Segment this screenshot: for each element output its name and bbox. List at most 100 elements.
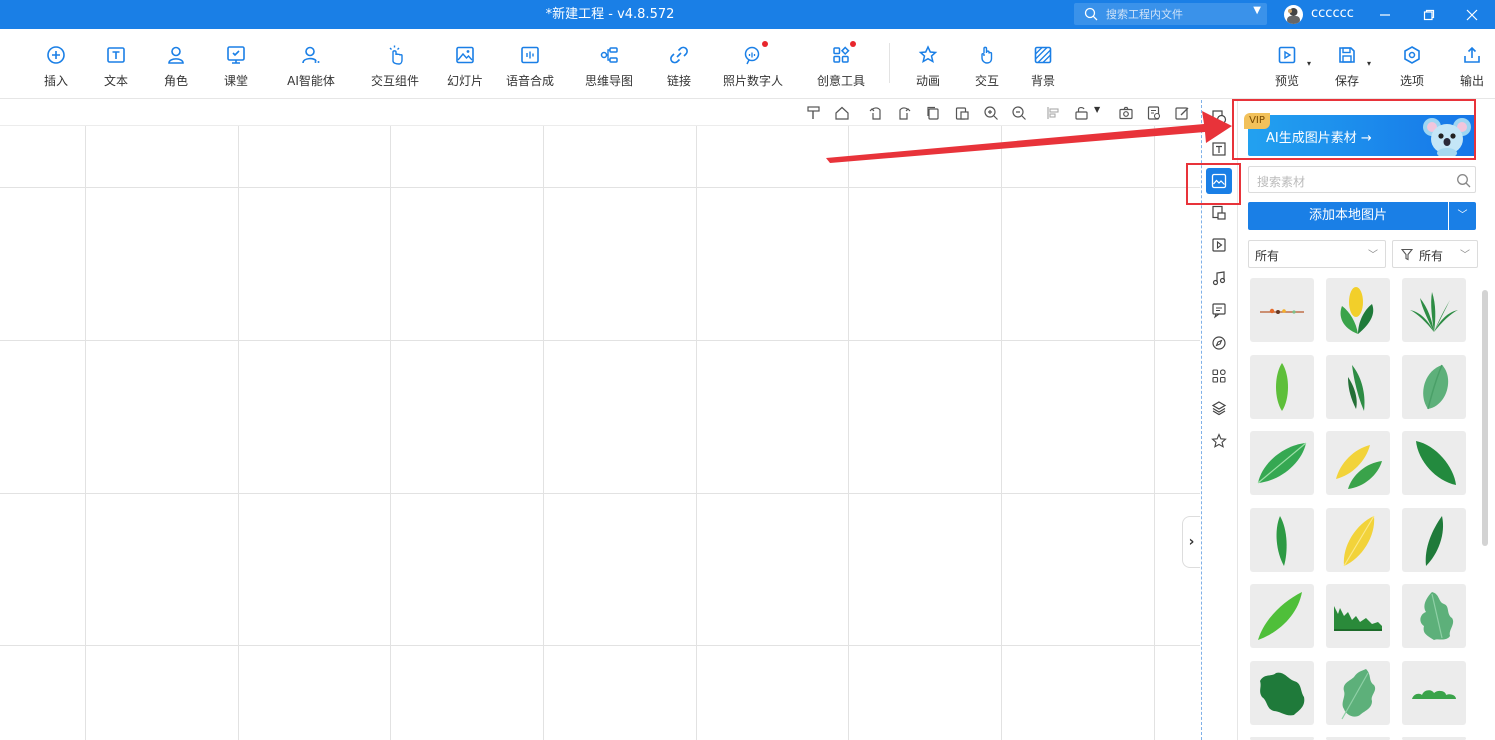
components-grid-icon[interactable]	[1210, 367, 1228, 385]
lock-dropdown-caret[interactable]: ▼	[1094, 105, 1100, 114]
music-icon[interactable]	[1210, 269, 1228, 287]
video-icon[interactable]	[1210, 236, 1228, 254]
collapse-panel-button[interactable]: ›	[1182, 516, 1200, 568]
toolbar-classroom-label: 课堂	[223, 74, 248, 88]
align-left-icon[interactable]	[1045, 104, 1063, 122]
toolbar-options-button[interactable]: 选项	[1393, 29, 1431, 99]
project-file-search[interactable]: 搜索工程内文件 ▼	[1074, 3, 1267, 25]
comment-icon[interactable]	[1210, 301, 1228, 319]
material-thumbnail[interactable]	[1250, 584, 1314, 648]
toolbar-ai-agent-button[interactable]: AI智能体	[280, 29, 342, 99]
restore-button[interactable]	[1409, 0, 1449, 29]
material-thumbnail[interactable]	[1402, 278, 1466, 342]
material-thumbnail[interactable]	[1326, 584, 1390, 648]
narrow-leaf-image	[1276, 516, 1287, 566]
toolbar-slide-button[interactable]: 幻灯片	[444, 29, 486, 99]
toolbar-classroom-button[interactable]: 课堂	[216, 29, 256, 99]
toolbar-options-label: 选项	[1399, 74, 1424, 88]
toolbar-interactive-component-button[interactable]: 交互组件	[366, 29, 424, 99]
restore-icon	[1423, 9, 1435, 21]
material-thumbnail[interactable]	[1250, 661, 1314, 725]
material-thumbnail[interactable]	[1402, 355, 1466, 419]
paste-icon[interactable]	[953, 104, 971, 122]
home-icon[interactable]	[833, 104, 851, 122]
toolbar-background-button[interactable]: 背景	[1023, 29, 1063, 99]
compass-icon[interactable]	[1210, 334, 1228, 352]
toolbar-export-button[interactable]: 输出	[1453, 29, 1491, 99]
toolbar-link-button[interactable]: 链接	[660, 29, 698, 99]
layers-icon[interactable]	[1210, 399, 1228, 417]
settings-doc-icon[interactable]	[1145, 104, 1163, 122]
search-icon[interactable]	[1456, 173, 1471, 188]
dark-leaf-image	[1416, 441, 1456, 485]
lock-icon[interactable]	[1073, 104, 1091, 122]
preview-dropdown-caret[interactable]: ▾	[1307, 59, 1311, 68]
material-thumbnail[interactable]	[1326, 355, 1390, 419]
toolbar-text-button[interactable]: 文本	[96, 29, 136, 99]
annotation-highlight-image-tab	[1186, 163, 1241, 205]
panel-scrollbar[interactable]	[1482, 290, 1488, 546]
material-thumbnail[interactable]	[1402, 431, 1466, 495]
material-thumbnail[interactable]	[1326, 278, 1390, 342]
close-button[interactable]	[1452, 0, 1492, 29]
material-thumbnail[interactable]	[1250, 431, 1314, 495]
toolbar-speech-synthesis-button[interactable]: 语音合成	[502, 29, 558, 99]
toolbar-character-button[interactable]: 角色	[156, 29, 196, 99]
material-thumbnail[interactable]	[1326, 661, 1390, 725]
toolbar-creative-tools-button[interactable]: 创意工具	[812, 29, 870, 99]
document-image-icon[interactable]	[1210, 204, 1228, 222]
window-title: *新建工程 - v4.8.572	[545, 7, 675, 22]
material-thumbnail[interactable]	[1250, 508, 1314, 572]
creative-tools-icon	[833, 46, 850, 63]
category-select[interactable]: 所有 ﹀	[1248, 240, 1386, 268]
material-thumbnail[interactable]	[1402, 661, 1466, 725]
toolbar-interaction-button[interactable]: 交互	[967, 29, 1007, 99]
edit-icon[interactable]	[1173, 104, 1191, 122]
material-thumbnail[interactable]	[1250, 355, 1314, 419]
toolbar-insert-button[interactable]: 插入	[36, 29, 76, 99]
rotate-right-icon[interactable]	[895, 104, 913, 122]
format-painter-icon[interactable]	[805, 104, 823, 122]
material-thumbnail[interactable]	[1250, 278, 1314, 342]
material-thumbnail[interactable]	[1326, 431, 1390, 495]
add-local-image-dropdown[interactable]: ﹀	[1449, 202, 1476, 230]
oak-leaf-image	[1420, 592, 1454, 640]
avatar[interactable]	[1284, 5, 1303, 24]
save-dropdown-caret[interactable]: ▾	[1367, 59, 1371, 68]
material-thumbnail[interactable]	[1402, 584, 1466, 648]
editor-canvas[interactable]: ▼ ›	[0, 100, 1200, 740]
type-filter-select[interactable]: 所有 ﹀	[1392, 240, 1478, 268]
toolbar-digital-human-button[interactable]: 照片数字人	[718, 29, 788, 99]
screenshot-camera-icon[interactable]	[1117, 104, 1135, 122]
favorites-star-icon[interactable]	[1210, 432, 1228, 450]
toolbar-animation-button[interactable]: 动画	[908, 29, 948, 99]
interaction-hand-icon	[981, 46, 993, 64]
copy-icon[interactable]	[924, 104, 942, 122]
rotate-left-icon[interactable]	[867, 104, 885, 122]
shapes-icon[interactable]	[1210, 108, 1228, 126]
toolbar-save-button[interactable]: 保存	[1328, 29, 1366, 99]
flower-strip-image	[1260, 308, 1304, 314]
toolbar-background-label: 背景	[1030, 74, 1055, 88]
toolbar-preview-button[interactable]: 预览	[1268, 29, 1306, 99]
text-frame-icon[interactable]	[1210, 140, 1228, 158]
close-icon	[1466, 9, 1478, 21]
category-select-value: 所有	[1255, 249, 1280, 263]
grass-tuft-image	[1410, 292, 1458, 332]
toolbar-divider	[889, 43, 890, 83]
toolbar-mind-map-button[interactable]: 思维导图	[580, 29, 638, 99]
chevron-down-icon[interactable]: ▼	[1253, 5, 1261, 16]
material-thumbnail[interactable]	[1402, 508, 1466, 572]
material-thumbnail[interactable]	[1326, 508, 1390, 572]
animation-star-icon	[918, 45, 938, 64]
canvas-grid	[0, 126, 1200, 740]
zoom-in-icon[interactable]	[982, 104, 1000, 122]
username[interactable]: cccccc	[1311, 6, 1354, 21]
character-icon	[168, 46, 184, 64]
zoom-out-icon[interactable]	[1010, 104, 1028, 122]
minimize-button[interactable]	[1365, 0, 1405, 29]
preview-icon	[1278, 46, 1296, 64]
add-local-image-button[interactable]: 添加本地图片	[1248, 202, 1448, 230]
chevron-right-icon: ›	[1188, 534, 1195, 550]
material-search-input[interactable]: 搜索素材	[1248, 166, 1476, 193]
